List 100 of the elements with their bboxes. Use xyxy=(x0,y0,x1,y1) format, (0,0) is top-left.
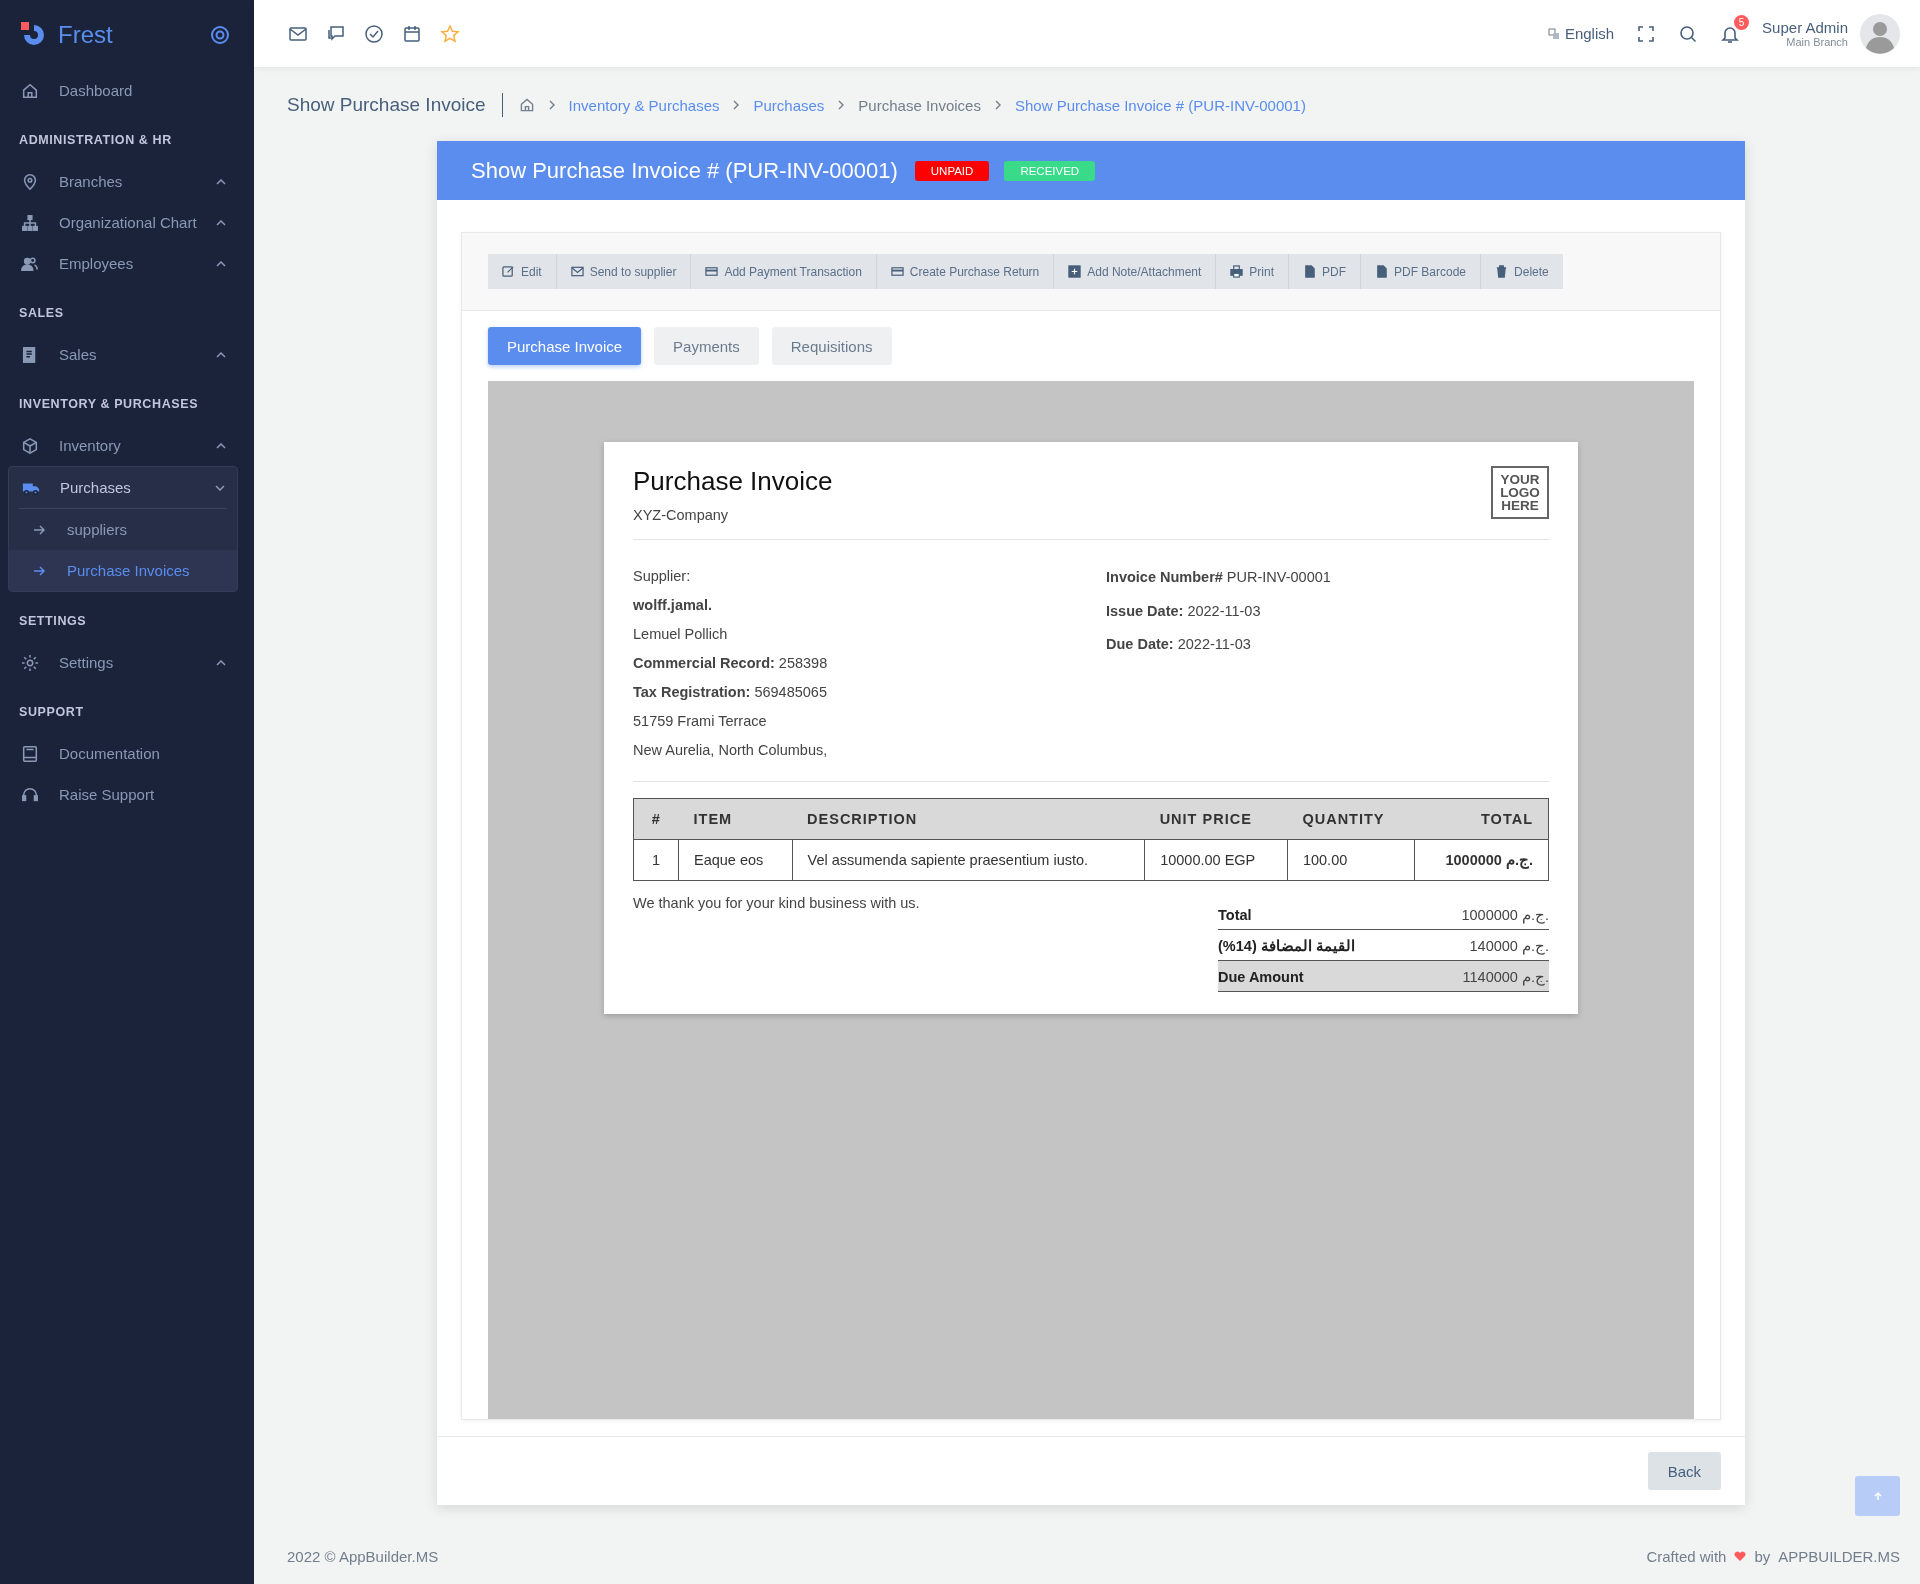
section-heading: INVENTORY & PURCHASES xyxy=(18,396,200,413)
invoice-detail: Invoice Number# PUR-INV-00001 xyxy=(1106,568,1332,587)
table-cell: 10000.00 EGP xyxy=(1144,839,1288,881)
arrow-right-icon xyxy=(33,565,45,576)
notification-badge: 5 xyxy=(1734,14,1750,30)
invoice-title: Purchase Invoice xyxy=(633,466,833,497)
arrow-right-icon xyxy=(33,524,45,535)
book-icon xyxy=(21,744,39,763)
breadcrumb-link[interactable]: Inventory & Purchases xyxy=(568,96,720,114)
column-header: # xyxy=(633,798,679,840)
file-icon xyxy=(1303,265,1316,278)
chevron-up-icon xyxy=(216,659,226,666)
org-icon xyxy=(21,213,39,232)
chevron-right-icon xyxy=(994,100,1001,110)
supplier-detail: Supplier: xyxy=(633,567,692,586)
user-name: Super Admin xyxy=(1762,19,1848,36)
supplier-detail: wolff.jamal. xyxy=(633,596,713,615)
plus-square-icon xyxy=(1068,265,1082,278)
avatar[interactable] xyxy=(1860,13,1900,54)
by-text: by xyxy=(1754,1547,1771,1565)
chevron-down-icon xyxy=(215,484,225,491)
sidebar-item[interactable]: Organizational Chart xyxy=(8,202,238,243)
tab[interactable]: Payments xyxy=(654,327,759,365)
breadcrumb-link[interactable]: Show Purchase Invoice # (PUR-INV-00001) xyxy=(1014,96,1306,114)
sidebar-item[interactable]: Purchases xyxy=(9,467,237,508)
section-heading: SUPPORT xyxy=(18,704,85,721)
table-cell: Eaque eos xyxy=(678,839,793,881)
home-icon xyxy=(21,81,39,100)
back-button[interactable]: Back xyxy=(1647,1452,1721,1490)
table-cell: Vel assumenda sapiente praesentium iusto. xyxy=(792,839,1145,881)
table-cell: 1 xyxy=(633,839,679,881)
arrow-up-icon xyxy=(1872,1491,1883,1501)
section-heading: ADMINISTRATION & HR xyxy=(18,132,173,149)
chevron-right-icon xyxy=(838,100,845,110)
card-title: Show Purchase Invoice # (PUR-INV-00001) xyxy=(471,157,898,184)
chevron-up-icon xyxy=(216,351,226,358)
tab[interactable]: Purchase Invoice xyxy=(488,327,642,365)
submenu-item[interactable]: suppliers xyxy=(9,509,237,550)
sidebar-item[interactable]: Employees xyxy=(8,243,238,284)
supplier-detail: Tax Registration: 569485065 xyxy=(633,683,828,702)
sidebar-item[interactable]: Settings xyxy=(8,642,238,683)
copyright: 2022 © AppBuilder.MS xyxy=(287,1547,439,1565)
sidebar-item[interactable]: Documentation xyxy=(8,733,238,774)
box-icon xyxy=(21,436,39,455)
star-icon[interactable] xyxy=(440,23,460,44)
credit-card-icon xyxy=(705,265,719,278)
chevron-up-icon xyxy=(216,260,226,267)
company-link[interactable]: APPBUILDER.MS xyxy=(1778,1547,1900,1565)
fullscreen-icon[interactable] xyxy=(1636,23,1657,44)
supplier-detail: Commercial Record: 258398 xyxy=(633,654,829,673)
supplier-detail: New Aurelia, North Columbus, xyxy=(633,741,829,760)
chevron-up-icon xyxy=(216,442,226,449)
printer-icon xyxy=(1230,265,1244,278)
gear-icon xyxy=(21,653,39,672)
heart-icon xyxy=(1734,1550,1747,1562)
credit-card-icon xyxy=(890,265,904,278)
section-heading: SALES xyxy=(18,305,65,322)
chevron-right-icon xyxy=(733,100,740,110)
invoice-detail: Due Date: 2022-11-03 xyxy=(1106,635,1252,654)
table-cell: 1000000 ج.م. xyxy=(1414,839,1549,881)
chat-icon[interactable] xyxy=(326,23,346,44)
brand-name: Frest xyxy=(58,21,114,49)
column-header: DESCRIPTION xyxy=(792,798,1145,840)
sidebar-item[interactable]: Sales xyxy=(8,334,238,375)
home-icon[interactable] xyxy=(518,97,535,113)
user-branch: Main Branch xyxy=(1786,36,1848,48)
chevron-up-icon xyxy=(216,178,226,185)
check-icon[interactable] xyxy=(364,23,384,44)
breadcrumb-link[interactable]: Purchases xyxy=(753,96,825,114)
headset-icon xyxy=(21,785,39,804)
users-icon xyxy=(21,254,39,273)
thank-you-note: We thank you for your kind business with us. xyxy=(633,895,920,913)
chevron-up-icon xyxy=(216,219,226,226)
crafted-text: Crafted with xyxy=(1646,1547,1727,1565)
calendar-icon[interactable] xyxy=(402,23,422,44)
trash-icon xyxy=(1495,265,1509,278)
sidebar-item[interactable]: Dashboard xyxy=(8,70,238,111)
company-name: XYZ-Company xyxy=(633,507,730,523)
language-selector[interactable]: English xyxy=(1547,25,1615,42)
chevron-right-icon xyxy=(548,100,555,110)
company-logo: YOUR LOGO HERE xyxy=(1491,466,1549,519)
mail-icon xyxy=(570,265,584,278)
sidebar-item[interactable]: Raise Support xyxy=(8,774,238,815)
sidebar-item[interactable]: Branches xyxy=(8,161,238,202)
pin-icon xyxy=(21,172,39,191)
translate-icon xyxy=(1547,27,1560,40)
submenu-item[interactable]: Purchase Invoices xyxy=(9,550,237,591)
column-header: TOTAL xyxy=(1414,798,1549,840)
invoice-detail: Issue Date: 2022-11-03 xyxy=(1106,601,1262,621)
column-header: QUANTITY xyxy=(1287,798,1415,840)
status-badge: RECEIVED xyxy=(1004,160,1096,181)
search-icon[interactable] xyxy=(1678,23,1699,44)
sidebar-item[interactable]: Inventory xyxy=(8,425,238,466)
section-heading: SETTINGS xyxy=(18,613,88,630)
table-cell: 100.00 xyxy=(1287,839,1415,881)
supplier-detail: Lemuel Pollich xyxy=(633,625,729,644)
tab[interactable]: Requisitions xyxy=(771,327,892,365)
status-badge: UNPAID xyxy=(914,160,990,181)
page-title: Show Purchase Invoice xyxy=(287,94,486,116)
target-icon[interactable] xyxy=(210,25,230,45)
